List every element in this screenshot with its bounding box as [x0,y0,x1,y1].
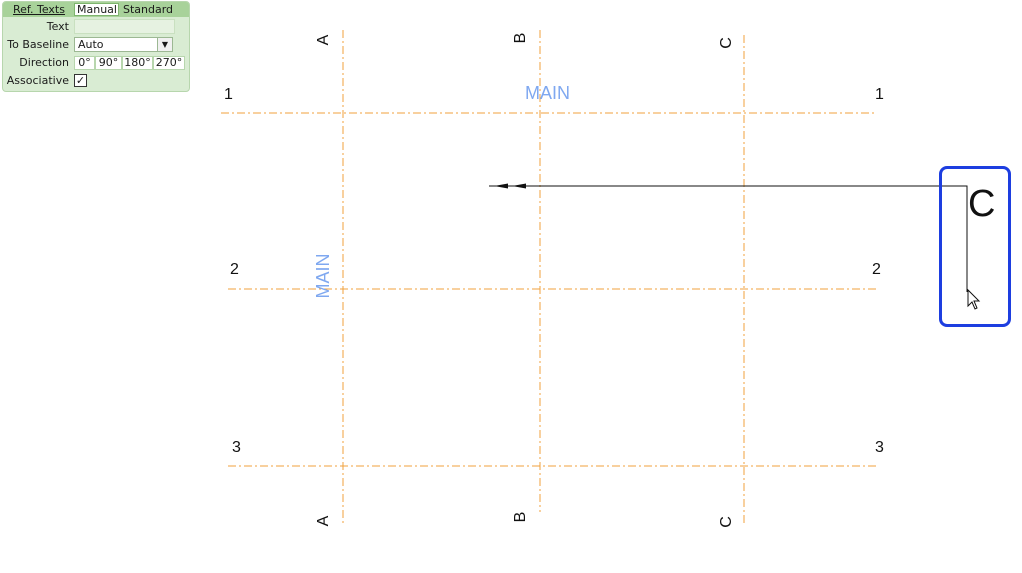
baseline-label: To Baseline [7,38,69,51]
col-label-b-bottom: B [512,512,529,523]
chevron-down-icon[interactable]: ▼ [157,38,172,51]
text-label: Text [46,20,69,33]
direction-90-button[interactable]: 90° [95,56,122,70]
row-label-2-left: 2 [230,261,239,278]
tab-manual[interactable]: Manual [74,3,119,16]
associative-label: Associative [6,74,69,87]
text-field[interactable] [74,19,175,34]
tab-standard[interactable]: Standard [121,3,175,16]
baseline-select[interactable]: Auto ▼ [74,37,173,52]
direction-0-button[interactable]: 0° [74,56,95,70]
ref-text-properties-panel: Ref. Texts Manual Standard Text To Basel… [2,1,190,92]
row-label-2-right: 2 [872,261,881,278]
panel-tabs: Ref. Texts Manual Standard [3,2,189,17]
direction-label: Direction [19,56,69,69]
leader-arrowhead [512,183,526,189]
col-label-b-top: B [512,33,529,44]
row-label-1-left: 1 [224,86,233,103]
col-label-c-bottom: C [718,516,735,528]
col-label-a-top: A [315,34,332,45]
preview-letter: C [968,183,996,225]
direction-180-button[interactable]: 180° [122,56,153,70]
direction-270-button[interactable]: 270° [153,56,185,70]
row-label-3-right: 3 [875,439,884,456]
grid-name-horizontal: MAIN [525,83,570,103]
row-label-3-left: 3 [232,439,241,456]
row-label-1-right: 1 [875,86,884,103]
col-label-a-bottom: A [315,515,332,526]
tab-ref-texts[interactable]: Ref. Texts [11,3,67,16]
reference-leader-line[interactable] [512,185,968,292]
col-label-c-top: C [718,37,735,49]
associative-checkbox[interactable]: ✓ [74,74,87,87]
baseline-value: Auto [78,38,104,51]
label-preview-box[interactable]: C [939,166,1011,327]
grid-name-vertical: MAIN [313,254,333,299]
